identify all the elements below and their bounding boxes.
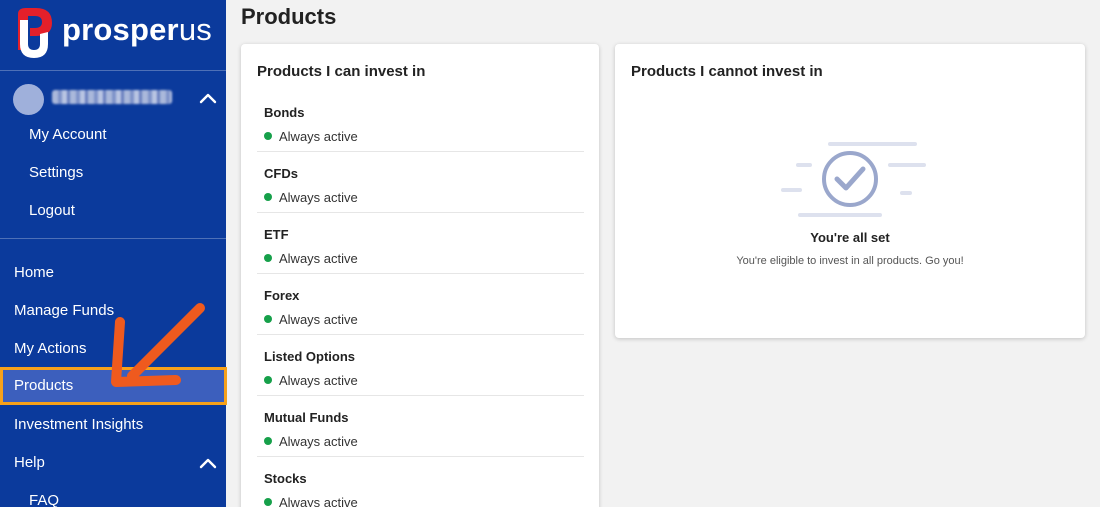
avatar <box>13 84 44 115</box>
product-status: Always active <box>264 373 358 388</box>
menu-my-account[interactable]: My Account <box>0 116 226 154</box>
menu-label: FAQ <box>29 492 60 507</box>
menu-label: Logout <box>29 202 75 219</box>
menu-label: My Account <box>29 126 107 143</box>
menu-label: Manage Funds <box>14 302 115 319</box>
sidebar-item-help[interactable]: Help <box>0 444 226 482</box>
page-title: Products <box>241 4 337 29</box>
product-name: Listed Options <box>264 349 355 364</box>
logo[interactable]: prosperus <box>12 4 222 60</box>
menu-label: Home <box>14 264 55 281</box>
product-row: Mutual Funds Always active <box>257 396 584 457</box>
product-name: CFDs <box>264 166 298 181</box>
sidebar-item-manage-funds[interactable]: Manage Funds <box>0 292 226 330</box>
product-name: Stocks <box>264 471 307 486</box>
product-row: Bonds Always active <box>257 91 584 152</box>
product-status: Always active <box>264 251 358 266</box>
sidebar-item-faq[interactable]: FAQ <box>0 482 226 507</box>
product-row: ETF Always active <box>257 213 584 274</box>
logo-icon <box>18 8 52 58</box>
divider <box>0 238 226 239</box>
menu-settings[interactable]: Settings <box>0 154 226 192</box>
product-status: Always active <box>264 312 358 327</box>
product-name: ETF <box>264 227 289 242</box>
chevron-up-icon[interactable] <box>196 453 220 473</box>
product-row: CFDs Always active <box>257 152 584 213</box>
product-row: Listed Options Always active <box>257 335 584 396</box>
logo-wordmark: prosperus <box>62 12 212 47</box>
product-status: Always active <box>264 190 358 205</box>
chevron-up-icon[interactable] <box>196 88 220 108</box>
menu-label: Investment Insights <box>14 416 144 433</box>
checkmark-illustration-icon <box>781 142 926 217</box>
menu-label: Settings <box>29 164 84 181</box>
divider <box>0 70 226 71</box>
menu-label: Help <box>14 454 45 471</box>
product-name: Forex <box>264 288 300 303</box>
product-status: Always active <box>264 129 358 144</box>
product-row: Forex Always active <box>257 274 584 335</box>
status-dot-icon <box>264 437 272 445</box>
product-name: Bonds <box>264 105 305 120</box>
product-status: Always active <box>264 495 358 507</box>
user-profile-toggle[interactable] <box>0 80 226 116</box>
empty-state-title: You're all set <box>810 230 890 245</box>
sidebar-item-my-actions[interactable]: My Actions <box>0 330 226 368</box>
can-invest-card: Products I can invest in Bonds Always ac… <box>241 44 599 507</box>
product-row: Stocks Always active <box>257 457 584 507</box>
username-blurred <box>52 90 172 104</box>
status-dot-icon <box>264 376 272 384</box>
menu-logout[interactable]: Logout <box>0 192 226 230</box>
status-dot-icon <box>264 193 272 201</box>
card-title: Products I cannot invest in <box>631 63 823 80</box>
sidebar-item-investment-insights[interactable]: Investment Insights <box>0 406 226 444</box>
status-dot-icon <box>264 498 272 506</box>
cannot-invest-card: Products I cannot invest in You're all s… <box>615 44 1085 338</box>
product-status: Always active <box>264 434 358 449</box>
status-dot-icon <box>264 315 272 323</box>
status-dot-icon <box>264 254 272 262</box>
product-name: Mutual Funds <box>264 410 349 425</box>
sidebar-item-home[interactable]: Home <box>0 254 226 292</box>
sidebar-item-products[interactable]: Products <box>0 367 227 405</box>
card-title: Products I can invest in <box>257 63 426 80</box>
sidebar: prosperus My Account Settings Logout Hom… <box>0 0 227 507</box>
menu-label: Products <box>14 377 74 394</box>
menu-label: My Actions <box>14 340 87 357</box>
status-dot-icon <box>264 132 272 140</box>
empty-state-message: You're eligible to invest in all product… <box>736 255 964 267</box>
